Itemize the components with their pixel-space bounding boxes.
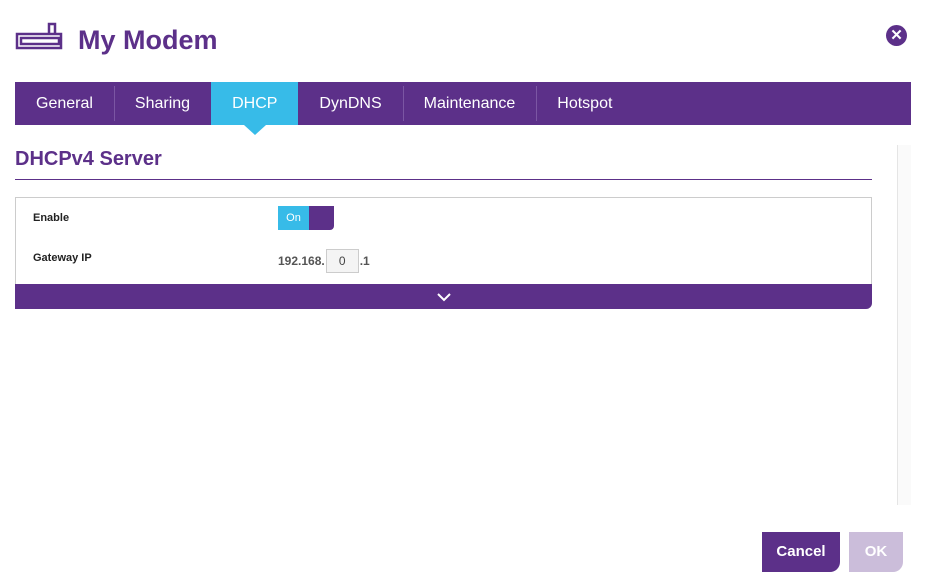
scrollbar[interactable] bbox=[897, 145, 911, 505]
tab-bar: General Sharing DHCP DynDNS Maintenance … bbox=[15, 82, 911, 135]
gateway-octet-input[interactable] bbox=[325, 249, 359, 273]
tab-hotspot[interactable]: Hotspot bbox=[536, 82, 633, 125]
close-icon[interactable]: ✕ bbox=[886, 25, 907, 46]
tab-dyndns[interactable]: DynDNS bbox=[298, 82, 402, 125]
gateway-suffix: .1 bbox=[359, 254, 370, 268]
page-title: My Modem bbox=[78, 25, 218, 55]
chevron-down-icon bbox=[436, 293, 451, 302]
toggle-knob bbox=[309, 206, 334, 230]
gateway-ip: 192.168. .1 bbox=[278, 249, 370, 273]
gateway-label: Gateway IP bbox=[33, 252, 92, 264]
section-title: DHCPv4 Server bbox=[15, 148, 872, 180]
tab-sharing[interactable]: Sharing bbox=[113, 82, 211, 125]
modem-icon bbox=[15, 20, 65, 57]
ok-button[interactable]: OK bbox=[849, 532, 903, 572]
toggle-on-label: On bbox=[278, 206, 309, 230]
tab-dhcp[interactable]: DHCP bbox=[211, 82, 299, 135]
enable-label: Enable bbox=[33, 212, 70, 224]
tab-maintenance[interactable]: Maintenance bbox=[402, 82, 537, 125]
expand-button[interactable] bbox=[15, 284, 872, 309]
cancel-button[interactable]: Cancel bbox=[762, 532, 840, 572]
tab-general[interactable]: General bbox=[15, 82, 114, 125]
gateway-prefix: 192.168. bbox=[278, 254, 325, 268]
dhcp-panel: Enable On Gateway IP 192.168. .1 bbox=[15, 197, 872, 309]
enable-toggle[interactable]: On bbox=[278, 206, 334, 230]
